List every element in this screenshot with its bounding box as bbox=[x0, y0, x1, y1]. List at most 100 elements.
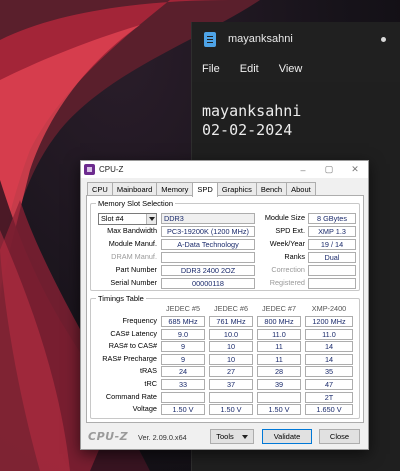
timing-cell: 10 bbox=[209, 341, 253, 353]
timing-cell: 1.50 V bbox=[209, 404, 253, 416]
timing-cell: 2T bbox=[305, 391, 353, 403]
module-size-label: Module Size bbox=[264, 213, 305, 222]
notepad-tab-title[interactable]: mayanksahni bbox=[228, 33, 381, 45]
timing-cell: 14 bbox=[305, 341, 353, 353]
ranks-label: Ranks bbox=[284, 252, 305, 261]
tools-button-label: Tools bbox=[216, 432, 234, 441]
timing-row-label: Command Rate bbox=[105, 391, 157, 401]
spd-ext-label: SPD Ext. bbox=[275, 226, 305, 235]
timing-cell bbox=[161, 391, 205, 403]
timing-cell: 1.50 V bbox=[257, 404, 301, 416]
timing-cell: 1200 MHz bbox=[305, 316, 353, 327]
max-bandwidth-label: Max Bandwidth bbox=[107, 226, 157, 235]
correction-label: Correction bbox=[271, 265, 305, 274]
close-window-button[interactable]: ✕ bbox=[342, 164, 368, 175]
timing-cell: 11.0 bbox=[305, 328, 353, 340]
correction-value bbox=[308, 265, 356, 276]
timings-group: Timings Table JEDEC #5 JEDEC #6 JEDEC #7… bbox=[90, 294, 360, 419]
notepad-menubar: File Edit View bbox=[192, 56, 400, 82]
version-label: Ver. 2.09.0.x64 bbox=[138, 433, 187, 442]
cpuz-tab-bar: CPU Mainboard Memory SPD Graphics Bench … bbox=[87, 182, 316, 197]
notepad-icon bbox=[204, 31, 216, 47]
tab-cpu[interactable]: CPU bbox=[87, 182, 113, 196]
group-label: Timings Table bbox=[96, 294, 146, 303]
timing-row-label: RAS# to CAS# bbox=[108, 341, 157, 351]
cpuz-window-title: CPU-Z bbox=[99, 165, 124, 174]
timing-cell: 9.0 bbox=[161, 328, 205, 340]
part-number-value: DDR3 2400 2OZ bbox=[161, 265, 255, 276]
timing-cell bbox=[209, 391, 253, 403]
timing-row-label: Frequency bbox=[122, 316, 157, 325]
timing-cell: 39 bbox=[257, 379, 301, 390]
notepad-titlebar[interactable]: mayanksahni bbox=[192, 22, 400, 56]
registered-label: Registered bbox=[269, 278, 305, 287]
serial-number-label: Serial Number bbox=[110, 278, 157, 287]
spd-ext-value: XMP 1.3 bbox=[308, 226, 356, 237]
column-header: JEDEC #6 bbox=[213, 304, 249, 313]
column-header: JEDEC #7 bbox=[261, 304, 297, 313]
tab-graphics[interactable]: Graphics bbox=[216, 182, 257, 196]
tools-button[interactable]: Tools bbox=[210, 429, 254, 444]
timing-cell: 1.650 V bbox=[305, 404, 353, 416]
timing-row-label: CAS# Latency bbox=[110, 328, 157, 338]
minimize-button[interactable]: – bbox=[290, 165, 316, 175]
menu-edit[interactable]: Edit bbox=[240, 63, 269, 75]
timing-cell: 685 MHz bbox=[161, 316, 205, 327]
notepad-text-area[interactable]: mayanksahni 02-02-2024 bbox=[192, 82, 400, 160]
timing-row-label: Voltage bbox=[132, 404, 157, 414]
timing-cell: 27 bbox=[209, 366, 253, 378]
cpuz-app-icon bbox=[84, 164, 95, 175]
unsaved-dot-icon bbox=[381, 36, 386, 42]
chevron-down-icon bbox=[241, 435, 248, 440]
tab-about[interactable]: About bbox=[286, 182, 316, 196]
slot-select[interactable]: Slot #4 bbox=[98, 213, 157, 225]
tab-spd[interactable]: SPD bbox=[192, 182, 218, 197]
serial-number-value: 00000118 bbox=[161, 278, 255, 289]
cpuz-footer: CPU-Z Ver. 2.09.0.x64 Tools Validate Clo… bbox=[86, 429, 364, 445]
slot-select-value: Slot #4 bbox=[101, 214, 124, 223]
menu-view[interactable]: View bbox=[279, 63, 313, 75]
timing-cell: 9 bbox=[161, 341, 205, 353]
cpuz-logo: CPU-Z bbox=[88, 430, 129, 443]
close-button[interactable]: Close bbox=[319, 429, 360, 444]
timing-cell: 14 bbox=[305, 353, 353, 365]
timing-cell: 35 bbox=[305, 366, 353, 378]
dram-manuf-value bbox=[161, 252, 255, 263]
timing-cell: 10 bbox=[209, 353, 253, 365]
tab-mainboard[interactable]: Mainboard bbox=[111, 182, 158, 196]
text-line: mayanksahni bbox=[202, 102, 302, 120]
timing-cell: 47 bbox=[305, 379, 353, 390]
timing-cell: 800 MHz bbox=[257, 316, 301, 327]
part-number-label: Part Number bbox=[115, 265, 157, 274]
module-manuf-label: Module Manuf. bbox=[108, 239, 157, 248]
timing-cell: 1.50 V bbox=[161, 404, 205, 416]
maximize-button[interactable]: ▢ bbox=[316, 164, 342, 175]
week-year-label: Week/Year bbox=[269, 239, 305, 248]
cpuz-titlebar[interactable]: CPU-Z – ▢ ✕ bbox=[81, 161, 368, 178]
timing-row-label: tRC bbox=[144, 379, 157, 388]
chevron-down-icon[interactable] bbox=[146, 214, 156, 224]
timing-cell: 11 bbox=[257, 353, 301, 365]
module-manuf-value: A-Data Technology bbox=[161, 239, 255, 250]
timing-cell: 9 bbox=[161, 353, 205, 365]
timing-cell: 10.0 bbox=[209, 328, 253, 340]
memory-slot-group: Memory Slot Selection Slot #4 DDR3 Max B… bbox=[90, 199, 360, 291]
menu-file[interactable]: File bbox=[202, 63, 230, 75]
tab-bench[interactable]: Bench bbox=[255, 182, 288, 196]
timing-row-label: tRAS bbox=[139, 366, 157, 376]
week-year-value: 19 / 14 bbox=[308, 239, 356, 250]
validate-button[interactable]: Validate bbox=[262, 429, 312, 444]
column-header: XMP-2400 bbox=[311, 304, 347, 313]
registered-value bbox=[308, 278, 356, 289]
spd-panel: Memory Slot Selection Slot #4 DDR3 Max B… bbox=[86, 195, 364, 423]
group-label: Memory Slot Selection bbox=[96, 199, 176, 208]
text-line: 02-02-2024 bbox=[202, 121, 293, 139]
timing-cell: 761 MHz bbox=[209, 316, 253, 327]
memory-type-field: DDR3 bbox=[161, 213, 255, 224]
timing-cell: 24 bbox=[161, 366, 205, 378]
max-bandwidth-value: PC3-19200K (1200 MHz) bbox=[161, 226, 255, 237]
module-size-value: 8 GBytes bbox=[308, 213, 356, 224]
column-header: JEDEC #5 bbox=[165, 304, 201, 313]
cpuz-window: CPU-Z – ▢ ✕ CPU Mainboard Memory SPD Gra… bbox=[80, 160, 369, 450]
tab-memory[interactable]: Memory bbox=[156, 182, 194, 196]
